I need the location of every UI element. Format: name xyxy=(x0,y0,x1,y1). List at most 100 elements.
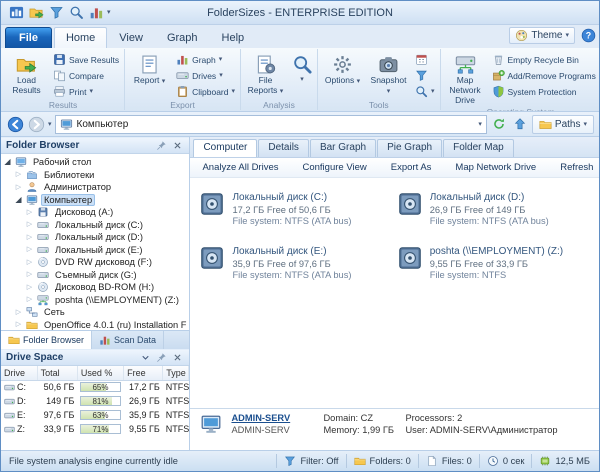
panel-menu-button[interactable] xyxy=(139,351,152,364)
tree-item[interactable]: ▷ Администратор xyxy=(1,181,189,194)
app-button[interactable] xyxy=(7,4,25,22)
print-button[interactable]: Print ▾ xyxy=(50,84,122,99)
graph-button[interactable]: Graph ▾ xyxy=(173,52,238,67)
ribbon-tab-home[interactable]: Home xyxy=(53,27,108,48)
expander-icon[interactable]: ▷ xyxy=(14,321,23,328)
view-tab-folder-map[interactable]: Folder Map xyxy=(443,139,514,157)
chart-button[interactable] xyxy=(87,4,105,22)
drive-space-row[interactable]: D: 149 ГБ 81% 26,9 ГБ NTFS xyxy=(1,394,189,408)
pin-button[interactable] xyxy=(155,139,168,152)
expander-icon[interactable]: ▷ xyxy=(14,184,23,191)
close-panel-button[interactable] xyxy=(171,351,184,364)
add-remove-programs-button[interactable]: Add/Remove Programs xyxy=(489,68,599,83)
filter-tool-button[interactable] xyxy=(412,68,438,83)
scheduler-button[interactable] xyxy=(412,52,438,67)
paths-button[interactable]: Paths ▾ xyxy=(531,114,594,134)
expander-icon[interactable]: ▷ xyxy=(25,234,34,241)
tree-item[interactable]: ▷ Дисковод (A:) xyxy=(1,206,189,219)
tree-item[interactable]: ▷ Локальный диск (D:) xyxy=(1,231,189,244)
expander-icon[interactable]: ▷ xyxy=(14,309,23,316)
column-header[interactable]: Total xyxy=(37,366,78,381)
tree-item[interactable]: ▷ Локальный диск (C:) xyxy=(1,219,189,232)
sidebar-tab-scan-data[interactable]: Scan Data xyxy=(92,331,165,349)
drive-space-row[interactable]: E: 97,6 ГБ 63% 35,9 ГБ NTFS xyxy=(1,408,189,422)
expander-icon[interactable]: ▷ xyxy=(25,296,34,303)
toolbar-link-export-as[interactable]: Export As xyxy=(391,162,432,173)
tree-item[interactable]: ◢ Компьютер xyxy=(1,193,189,207)
refresh-button[interactable] xyxy=(490,115,508,133)
title-bar[interactable]: ▾ FolderSizes - ENTERPRISE EDITION xyxy=(1,1,599,25)
computer-name-link[interactable]: ADMIN-SERV xyxy=(231,413,323,423)
column-header[interactable]: Type xyxy=(162,366,190,381)
system-protection-button[interactable]: System Protection xyxy=(489,84,599,99)
load-results-button[interactable]: Load Results xyxy=(4,50,49,100)
forward-button[interactable] xyxy=(27,115,45,133)
expander-icon[interactable]: ▷ xyxy=(25,246,34,253)
tree-item[interactable]: ▷ poshta (\\EMPLOYMENT) (Z:) xyxy=(1,294,189,307)
ribbon-tab-graph[interactable]: Graph xyxy=(155,27,210,48)
tree-item[interactable]: ▷ Библиотеки xyxy=(1,169,189,182)
file-reports-button[interactable]: File Reports ▾ xyxy=(243,50,288,100)
drive-card[interactable]: Локальный диск (D:) 26,9 ГБ Free of 149 Г… xyxy=(398,192,589,226)
tree-item[interactable]: ▷ Сеть xyxy=(1,306,189,319)
drives-button[interactable]: Drives ▾ xyxy=(173,68,238,83)
options-button[interactable]: Options ▾ xyxy=(320,50,365,100)
view-tab-computer[interactable]: Computer xyxy=(193,139,258,157)
drive-card[interactable]: poshta (\\EMPLOYMENT) (Z:) 9,55 ГБ Free o… xyxy=(398,246,589,280)
view-tab-bar-graph[interactable]: Bar Graph xyxy=(309,139,377,157)
toolbar-link-analyze-all-drives[interactable]: Analyze All Drives xyxy=(202,162,278,173)
pin-button[interactable] xyxy=(155,351,168,364)
close-panel-button[interactable] xyxy=(171,139,184,152)
report-button[interactable]: Report ▾ xyxy=(127,50,172,100)
tree-item[interactable]: ▷ OpenOffice 4.0.1 (ru) Installation F xyxy=(1,319,189,331)
tree-item[interactable]: ▷ Съемный диск (G:) xyxy=(1,269,189,282)
snapshot-button[interactable]: Snapshot ▾ xyxy=(366,50,411,100)
address-dropdown-icon[interactable]: ▾ xyxy=(478,121,482,128)
load-button[interactable] xyxy=(27,4,45,22)
drive-card[interactable]: Локальный диск (E:) 35,9 ГБ Free of 97,6 … xyxy=(200,246,391,280)
expander-icon[interactable]: ▷ xyxy=(25,221,34,228)
map-network-drive-button[interactable]: Map Network Drive xyxy=(443,50,488,107)
compare-button[interactable]: Compare xyxy=(50,68,122,83)
view-tab-details[interactable]: Details xyxy=(258,139,309,157)
funnel-button[interactable] xyxy=(47,4,65,22)
history-dropdown-icon[interactable]: ▾ xyxy=(48,121,52,128)
expander-icon[interactable]: ▷ xyxy=(25,271,34,278)
view-tab-pie-graph[interactable]: Pie Graph xyxy=(377,139,443,157)
status-filter[interactable]: Filter: Off xyxy=(276,454,345,468)
column-header[interactable]: Free xyxy=(123,366,164,381)
ribbon-tab-help[interactable]: Help xyxy=(210,27,257,48)
column-header[interactable]: Drive xyxy=(1,366,38,381)
address-field[interactable]: Компьютер ▾ xyxy=(54,114,487,134)
file-tab[interactable]: File xyxy=(5,27,52,48)
expander-icon[interactable]: ▷ xyxy=(14,171,23,178)
toolbar-link-configure-view[interactable]: Configure View xyxy=(302,162,366,173)
toolbar-link-map-network-drive[interactable]: Map Network Drive xyxy=(455,162,536,173)
save-results-button[interactable]: Save Results xyxy=(50,52,122,67)
drive-space-row[interactable]: C: 50,6 ГБ 65% 17,2 ГБ NTFS xyxy=(1,380,189,394)
drive-space-row[interactable]: Z: 33,9 ГБ 71% 9,55 ГБ NTFS xyxy=(1,422,189,436)
expander-icon[interactable]: ◢ xyxy=(14,195,23,204)
help-button[interactable]: ? xyxy=(579,27,597,45)
sidebar-tab-folder-browser[interactable]: Folder Browser xyxy=(1,331,93,349)
ribbon-tab-view[interactable]: View xyxy=(107,27,155,48)
tree-item[interactable]: ▷ Дисковод BD-ROM (H:) xyxy=(1,281,189,294)
toolbar-link-refresh[interactable]: Refresh xyxy=(560,162,593,173)
up-button[interactable] xyxy=(511,115,529,133)
search-button[interactable]: ▾ xyxy=(289,50,315,100)
drive-card[interactable]: Локальный диск (C:) 17,2 ГБ Free of 50,6 … xyxy=(200,192,391,226)
tree-item[interactable]: ▷ DVD RW дисковод (F:) xyxy=(1,256,189,269)
expander-icon[interactable]: ▷ xyxy=(25,284,34,291)
column-header[interactable]: Used % xyxy=(77,366,125,381)
expander-icon[interactable]: ◢ xyxy=(3,158,12,166)
expander-icon[interactable]: ▷ xyxy=(25,209,34,216)
theme-button[interactable]: Theme ▾ xyxy=(509,27,575,44)
expander-icon[interactable]: ▷ xyxy=(25,259,34,266)
empty-recycle-bin-button[interactable]: Empty Recycle Bin xyxy=(489,52,599,67)
tree-item[interactable]: ◢ Рабочий стол xyxy=(1,156,189,169)
magnifier-button[interactable] xyxy=(67,4,85,22)
tree-item[interactable]: ▷ Локальный диск (E:) xyxy=(1,244,189,257)
search-tool-button[interactable]: ▾ xyxy=(412,84,438,99)
clipboard-button[interactable]: Clipboard ▾ xyxy=(173,84,238,99)
qat-customize-button[interactable]: ▾ xyxy=(107,9,111,16)
